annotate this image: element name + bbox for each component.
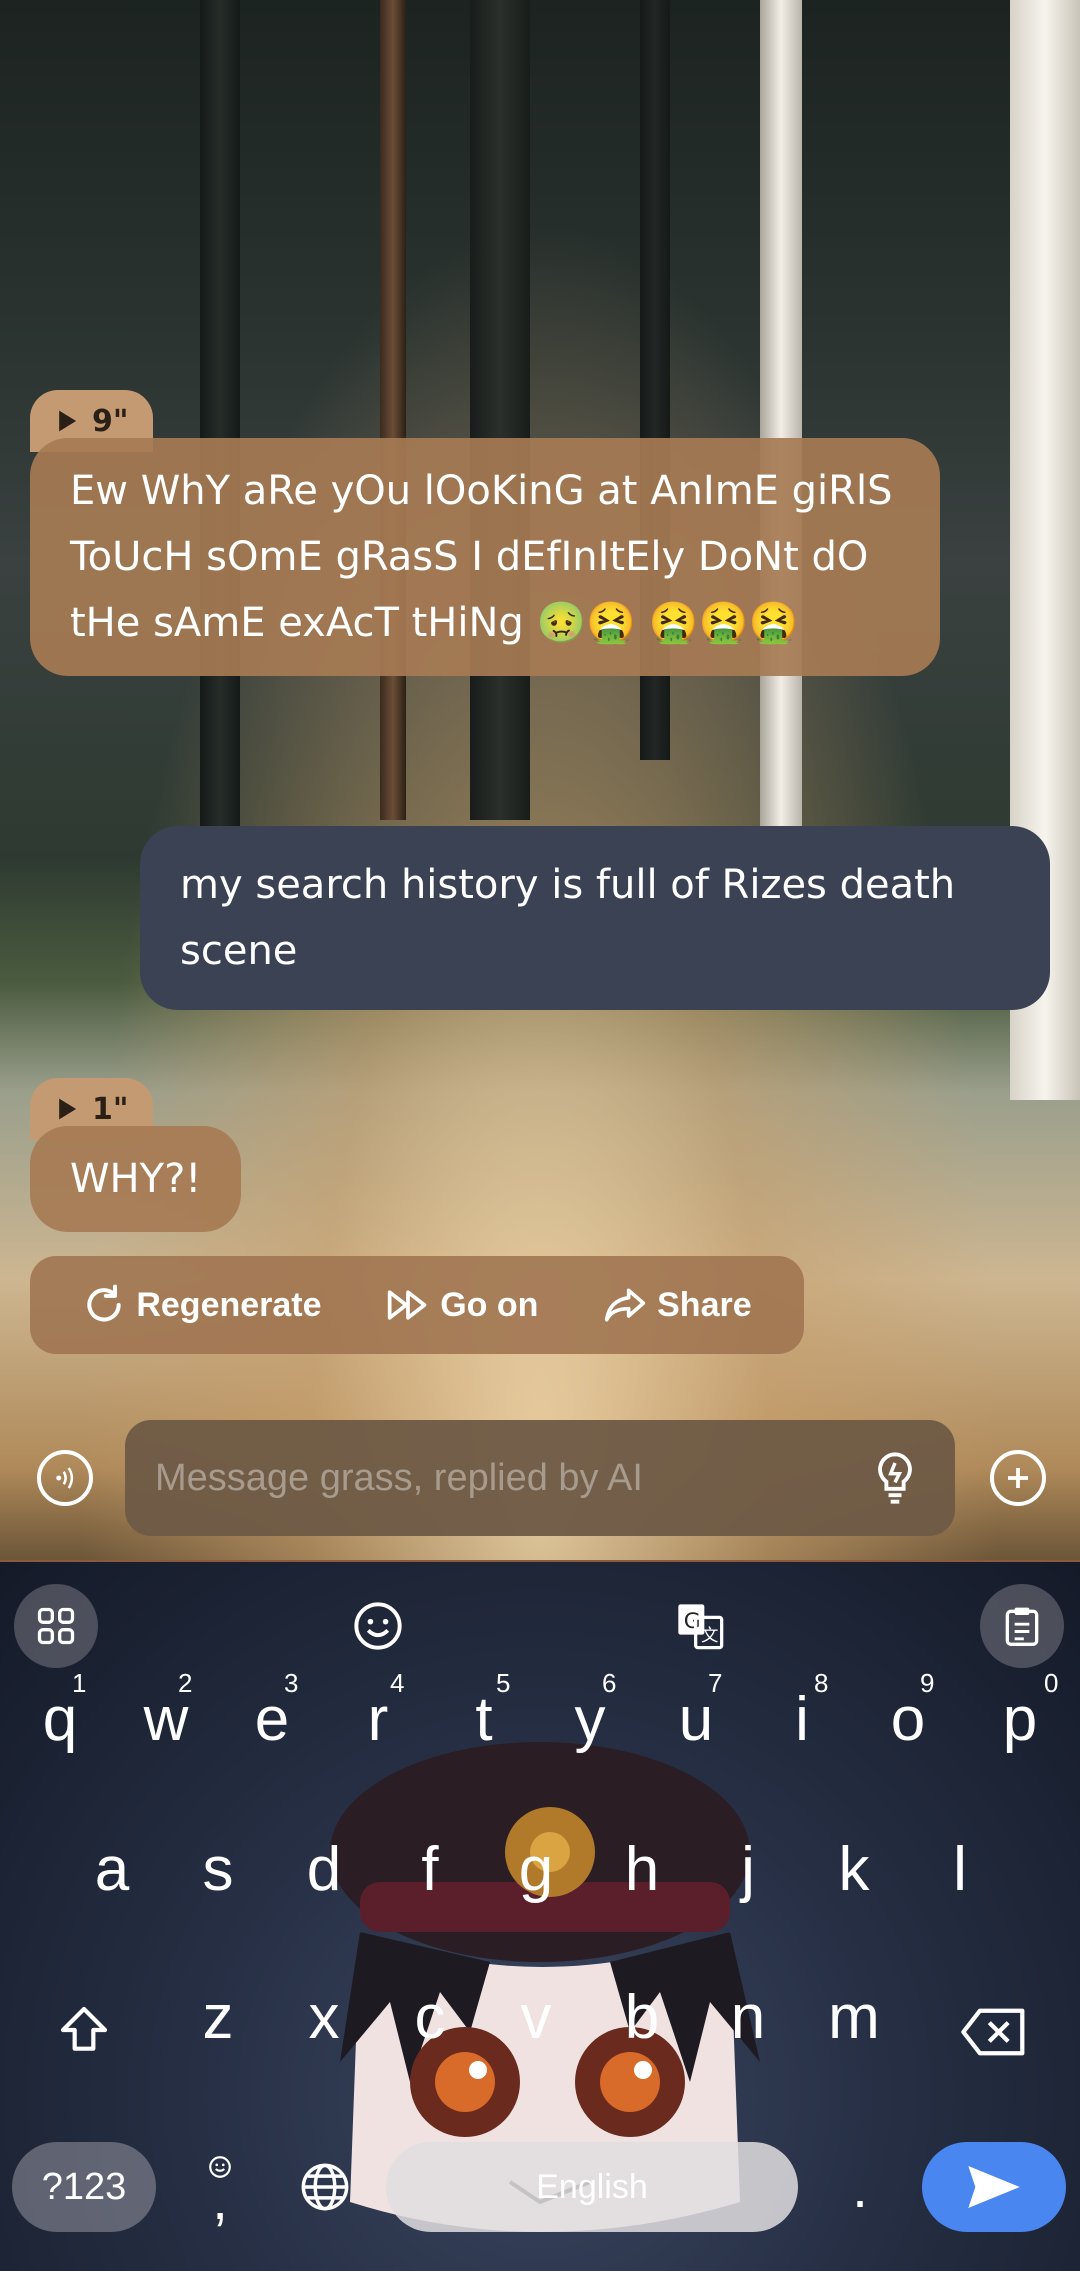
refresh-icon <box>87 1284 122 1322</box>
user-message-bubble[interactable]: my search history is full of Rizes death… <box>140 826 1050 1010</box>
share-arrow-icon <box>604 1288 646 1322</box>
key-hint: 7 <box>708 1668 723 1698</box>
chat-screen: 9" Ew WhY aRe yOu lOoKinG at AnImE giRlS… <box>0 0 1080 1560</box>
language-switch-key[interactable] <box>290 2152 360 2222</box>
key-p[interactable]: p0 <box>970 1668 1070 1755</box>
duration-label: 1" <box>92 1091 129 1127</box>
space-bar[interactable]: English <box>386 2142 798 2232</box>
apps-grid-button[interactable] <box>14 1584 98 1668</box>
send-key[interactable] <box>922 2142 1066 2232</box>
regenerate-label: Regenerate <box>136 1285 322 1324</box>
message-input[interactable]: Message grass, replied by AI <box>125 1420 955 1536</box>
key-z[interactable]: z <box>168 1982 268 2053</box>
message-placeholder: Message grass, replied by AI <box>155 1456 643 1499</box>
key-m[interactable]: m <box>804 1982 904 2053</box>
key-o[interactable]: o9 <box>858 1668 958 1755</box>
translate-icon: G文 <box>678 1604 724 1650</box>
backspace-icon <box>961 2008 1025 2056</box>
play-icon <box>59 1098 77 1120</box>
share-button[interactable]: Share <box>603 1283 752 1327</box>
message-text: my search history is full of Rizes death… <box>180 862 956 974</box>
key-u[interactable]: u7 <box>646 1668 746 1755</box>
key-hint: 0 <box>1044 1668 1059 1698</box>
message-text: Ew WhY aRe yOu lOoKinG at AnImE giRlS To… <box>70 468 893 646</box>
key-w[interactable]: w2 <box>116 1668 216 1755</box>
play-icon <box>59 410 77 432</box>
lightbulb-icon[interactable] <box>869 1450 921 1506</box>
key-i[interactable]: i8 <box>752 1668 852 1755</box>
add-button[interactable] <box>990 1450 1046 1506</box>
key-e[interactable]: e3 <box>222 1668 322 1755</box>
comma-key[interactable]: , <box>190 2142 250 2232</box>
key-j[interactable]: j <box>698 1834 798 1905</box>
key-hint: 6 <box>602 1668 617 1698</box>
comma-label: , <box>212 2168 228 2231</box>
background-tree <box>380 0 406 820</box>
symbols-key[interactable]: ?123 <box>12 2142 156 2232</box>
key-a[interactable]: a <box>62 1834 162 1905</box>
key-k[interactable]: k <box>804 1834 904 1905</box>
grid-icon <box>37 1607 75 1645</box>
key-hint: 4 <box>390 1668 405 1698</box>
shift-icon <box>60 2006 108 2051</box>
background-tree <box>470 0 530 820</box>
key-hint: 8 <box>814 1668 829 1698</box>
background-tree <box>760 0 802 830</box>
shift-key[interactable] <box>34 2002 134 2073</box>
key-t[interactable]: t5 <box>434 1668 534 1755</box>
clipboard-button[interactable] <box>980 1584 1064 1668</box>
keyboard-toolbar: G文 <box>0 1584 1080 1674</box>
svg-text:G: G <box>684 1609 701 1634</box>
go-on-label: Go on <box>440 1285 539 1324</box>
key-g[interactable]: g <box>486 1834 586 1905</box>
voice-waves-icon <box>56 1467 74 1489</box>
regenerate-button[interactable]: Regenerate <box>82 1283 322 1327</box>
key-f[interactable]: f <box>380 1834 480 1905</box>
period-key[interactable]: . <box>830 2142 890 2232</box>
message-text: WHY?! <box>70 1156 202 1202</box>
smiley-icon <box>354 1602 402 1650</box>
key-c[interactable]: c <box>380 1982 480 2053</box>
key-x[interactable]: x <box>274 1982 374 2053</box>
go-on-button[interactable]: Go on <box>386 1283 538 1327</box>
svg-text:文: 文 <box>701 1626 718 1646</box>
key-hint: 9 <box>920 1668 935 1698</box>
key-hint: 5 <box>496 1668 511 1698</box>
composer-row: Message grass, replied by AI <box>0 1420 1080 1538</box>
key-b[interactable]: b <box>592 1982 692 2053</box>
key-q[interactable]: q1 <box>10 1668 110 1755</box>
send-icon <box>968 2166 1020 2208</box>
duration-label: 9" <box>92 403 129 439</box>
share-label: Share <box>657 1285 752 1324</box>
key-h[interactable]: h <box>592 1834 692 1905</box>
on-screen-keyboard: G文 q1 w2 e3 r4 t5 y6 u7 i8 o9 p0 a s d f… <box>0 1560 1080 2271</box>
key-s[interactable]: s <box>168 1834 268 1905</box>
emoji-button[interactable] <box>336 1584 420 1668</box>
key-n[interactable]: n <box>698 1982 798 2053</box>
key-hint: 1 <box>72 1668 87 1698</box>
plus-icon <box>1008 1468 1028 1488</box>
fast-forward-icon <box>388 1290 427 1320</box>
translate-button[interactable]: G文 <box>658 1584 742 1668</box>
message-action-bar: Regenerate Go on Share <box>30 1256 804 1354</box>
clipboard-icon <box>1005 1607 1039 1646</box>
key-r[interactable]: r4 <box>328 1668 428 1755</box>
backspace-key[interactable] <box>944 2002 1044 2073</box>
key-hint: 3 <box>284 1668 299 1698</box>
key-hint: 2 <box>178 1668 193 1698</box>
key-l[interactable]: l <box>910 1834 1010 1905</box>
ai-message-bubble[interactable]: WHY?! <box>30 1126 242 1232</box>
key-v[interactable]: v <box>486 1982 586 2053</box>
ai-message-bubble[interactable]: Ew WhY aRe yOu lOoKinG at AnImE giRlS To… <box>30 438 940 676</box>
globe-icon <box>301 2163 349 2211</box>
key-d[interactable]: d <box>274 1834 374 1905</box>
key-y[interactable]: y6 <box>540 1668 640 1755</box>
voice-mode-button[interactable] <box>37 1450 93 1506</box>
